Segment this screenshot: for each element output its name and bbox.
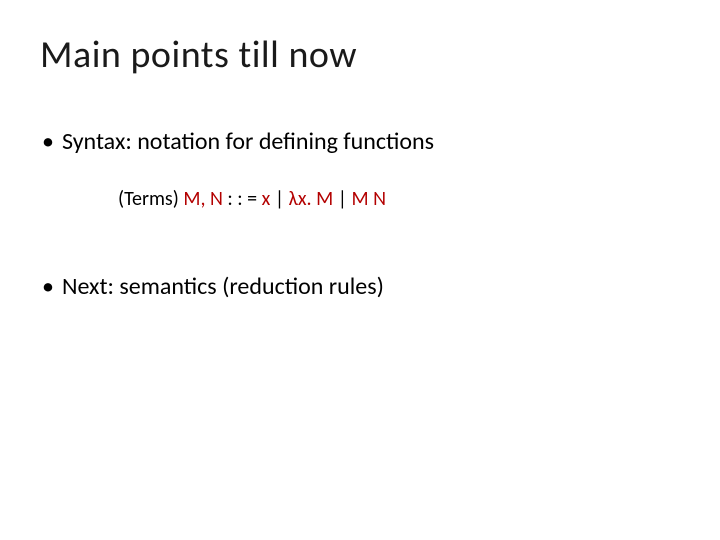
grammar-sep1: | (275, 187, 284, 211)
grammar-sep2: | (338, 187, 347, 211)
slide-title: Main points till now (40, 32, 680, 78)
bullet-dot: • (42, 271, 54, 302)
bullet-dot: • (42, 126, 54, 157)
bullet-text-syntax: Syntax: notation for defining functions (62, 126, 434, 157)
bullet-text-next: Next: semantics (reduction rules) (62, 271, 384, 302)
grammar-rhs-lambda: λx. M (289, 187, 334, 211)
bullet-item-next: • Next: semantics (reduction rules) (40, 271, 680, 302)
grammar-rhs-app: M N (352, 187, 387, 211)
grammar-rhs-var: x (262, 187, 271, 211)
grammar-lhs: M, N (183, 187, 223, 211)
grammar-label: (Terms) (118, 187, 179, 211)
grammar-op: : : = (227, 187, 257, 211)
grammar-definition: (Terms) M, N : : = x | λx. M | M N (118, 185, 680, 213)
bullet-item-syntax: • Syntax: notation for defining function… (40, 126, 680, 157)
